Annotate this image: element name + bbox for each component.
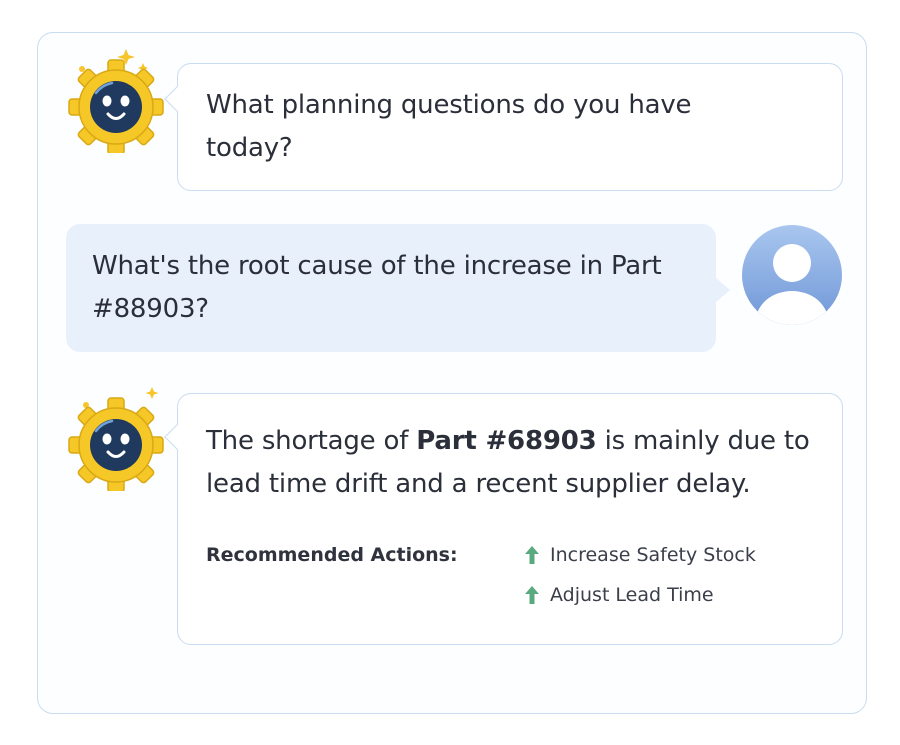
action-item-increase-safety-stock[interactable]: Increase Safety Stock	[524, 542, 756, 568]
user-message-text: What's the root cause of the increase in…	[92, 251, 662, 324]
bot-answer-text: The shortage of Part #68903 is mainly du…	[206, 420, 826, 506]
up-arrow-icon	[525, 586, 539, 604]
chat-panel: What planning questions do you have toda…	[37, 32, 867, 714]
action-list: Increase Safety Stock Adjust Lead Time	[524, 542, 756, 608]
user-message-bubble: What's the root cause of the increase in…	[66, 224, 730, 352]
action-label: Adjust Lead Time	[550, 584, 714, 606]
bot-answer-bubble: The shortage of Part #68903 is mainly du…	[164, 393, 843, 645]
recommended-actions-label: Recommended Actions:	[206, 544, 458, 566]
answer-part-number: Part #68903	[416, 426, 597, 456]
bot-message-bubble: What planning questions do you have toda…	[164, 63, 843, 191]
action-item-adjust-lead-time[interactable]: Adjust Lead Time	[524, 582, 756, 608]
answer-text-pre: The shortage of	[206, 426, 417, 456]
recommended-actions: Recommended Actions: Increase Safety Sto…	[206, 542, 756, 608]
bot-avatar-icon-2	[58, 381, 173, 495]
bot-avatar-icon	[58, 43, 173, 157]
user-avatar-icon	[740, 223, 844, 331]
bot-message-text: What planning questions do you have toda…	[206, 90, 692, 163]
action-label: Increase Safety Stock	[550, 544, 756, 566]
up-arrow-icon	[525, 546, 539, 564]
